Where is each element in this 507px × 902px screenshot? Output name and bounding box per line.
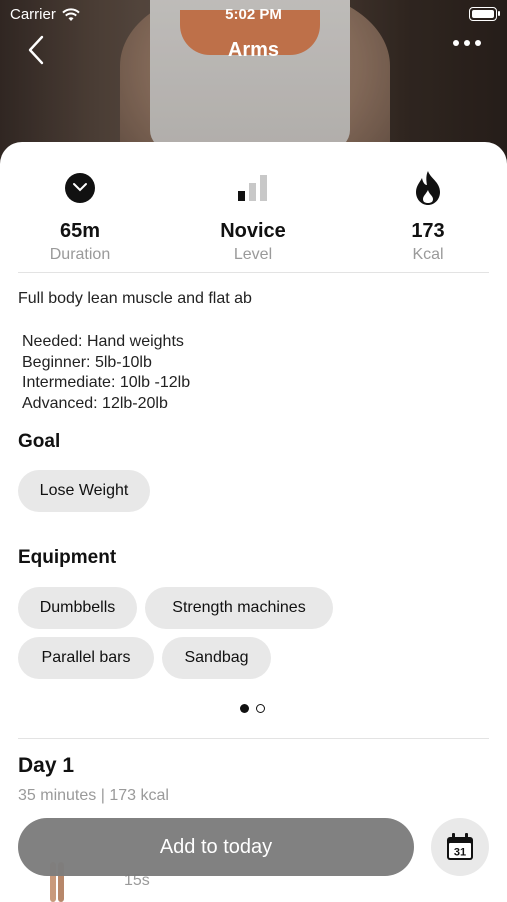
more-dots-icon[interactable]	[453, 40, 481, 46]
calendar-day-number: 31	[454, 847, 466, 859]
equipment-requirements: Needed: Hand weights Beginner: 5lb-10lb …	[22, 332, 190, 414]
divider	[18, 272, 489, 273]
stat-kcal: 173 Kcal	[348, 170, 507, 264]
page-indicator[interactable]	[240, 704, 265, 713]
status-time: 5:02 PM	[225, 6, 282, 23]
day-title: Day 1	[18, 754, 75, 777]
day-subtitle: 35 minutes | 173 kcal	[18, 787, 169, 804]
equipment-chip[interactable]: Parallel bars	[18, 637, 154, 679]
workout-description: Full body lean muscle and flat ab	[18, 290, 252, 307]
divider	[18, 738, 489, 739]
calendar-icon: 31	[447, 833, 473, 860]
equipment-chip[interactable]: Sandbag	[162, 637, 271, 679]
requirement-line: Intermediate: 10lb -12lb	[22, 374, 191, 391]
add-to-today-button[interactable]: Add to today	[18, 818, 414, 876]
workout-detail-card: 65m Duration Novice Level 173 Kcal Full …	[0, 142, 507, 902]
nav-bar: Arms	[0, 28, 507, 72]
requirement-line: Beginner: 5lb-10lb	[22, 353, 152, 371]
requirement-line: Advanced: 12lb-20lb	[22, 394, 168, 412]
signal-bars-icon	[238, 175, 267, 201]
stat-level: Novice Level	[173, 170, 333, 264]
battery-icon	[469, 7, 500, 21]
stat-label: Level	[233, 246, 273, 263]
equipment-chip[interactable]: Dumbbells	[18, 587, 137, 629]
goal-chip[interactable]: Lose Weight	[18, 470, 150, 512]
equipment-chip[interactable]: Strength machines	[145, 587, 333, 629]
stat-label: Duration	[49, 246, 111, 263]
status-bar: Carrier 5:02 PM	[0, 0, 507, 28]
page-dot[interactable]	[256, 704, 265, 713]
goal-title: Goal	[18, 431, 61, 452]
page-title: Arms	[227, 39, 280, 61]
flame-icon	[416, 171, 440, 205]
stat-value: 65m	[59, 220, 101, 242]
stat-value: 173	[411, 220, 445, 242]
calendar-button[interactable]: 31	[431, 818, 489, 876]
stat-label: Kcal	[412, 246, 444, 263]
page-dot-active[interactable]	[240, 704, 249, 713]
stat-duration: 65m Duration	[0, 170, 160, 264]
requirement-line: Needed: Hand weights	[22, 333, 184, 350]
equipment-title: Equipment	[18, 547, 117, 568]
clock-icon	[65, 173, 95, 203]
stats-row: 65m Duration Novice Level 173 Kcal	[0, 142, 507, 272]
stat-value: Novice	[220, 220, 286, 242]
